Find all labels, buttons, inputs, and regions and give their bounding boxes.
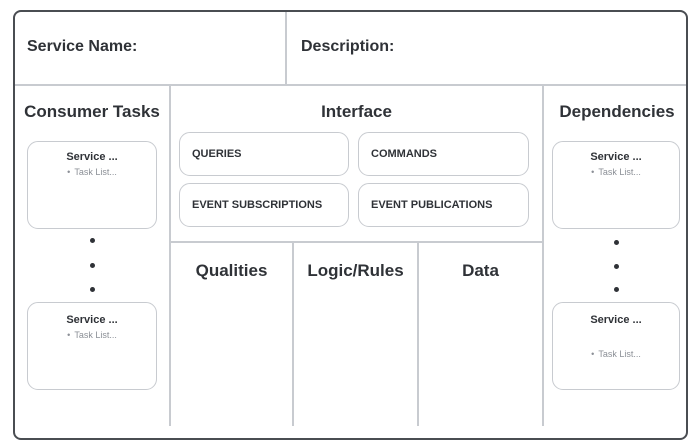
card-service-title: Service ... [590,151,642,163]
card-service-title: Service ... [66,151,118,163]
qualities-title: Qualities [195,261,268,280]
bullet-icon: • [67,330,71,340]
task-list-label: Task List... [74,330,117,340]
task-list-label: Task List... [598,167,641,177]
ellipsis-dot [90,287,95,292]
ellipsis-dot [614,264,619,269]
card-service-title: Service ... [590,314,642,326]
bullet-icon: • [591,349,595,359]
data-title: Data [462,261,499,280]
ellipsis-dot [90,238,95,243]
consumer-tasks-divider [169,86,171,426]
dependencies-title: Dependencies [559,102,675,121]
bullet-icon: • [67,167,71,177]
interface-bottom-divider [171,241,542,243]
dependency-card: Service ... • Task List... [552,141,680,229]
task-list-label: Task List... [74,167,117,177]
description-label: Description: [301,38,395,55]
task-list-label: Task List... [598,349,641,359]
commands-box: COMMANDS [358,132,529,176]
card-task-list: • Task List... [28,330,156,340]
bullet-icon: • [591,167,595,177]
consumer-task-card: Service ... • Task List... [27,141,157,229]
card-service-title: Service ... [66,314,118,326]
ellipsis-dot [90,263,95,268]
event-publications-box: EVENT PUBLICATIONS [358,183,529,227]
dependency-card: Service ... • Task List... [552,302,680,390]
consumer-task-card: Service ... • Task List... [27,302,157,390]
card-task-list: • Task List... [28,167,156,177]
logic-rules-title: Logic/Rules [307,261,404,280]
ellipsis-dot [614,287,619,292]
header-column-divider [285,12,287,84]
service-name-label: Service Name: [27,38,138,55]
card-task-list: • Task List... [553,167,679,177]
queries-box: QUERIES [179,132,349,176]
header-divider [15,84,686,86]
dependencies-divider [542,86,544,426]
consumer-tasks-title: Consumer Tasks [24,102,160,121]
card-task-list: • Task List... [553,349,679,359]
ellipsis-dot [614,240,619,245]
event-subscriptions-box: EVENT SUBSCRIPTIONS [179,183,349,227]
interface-title: Interface [321,102,392,121]
